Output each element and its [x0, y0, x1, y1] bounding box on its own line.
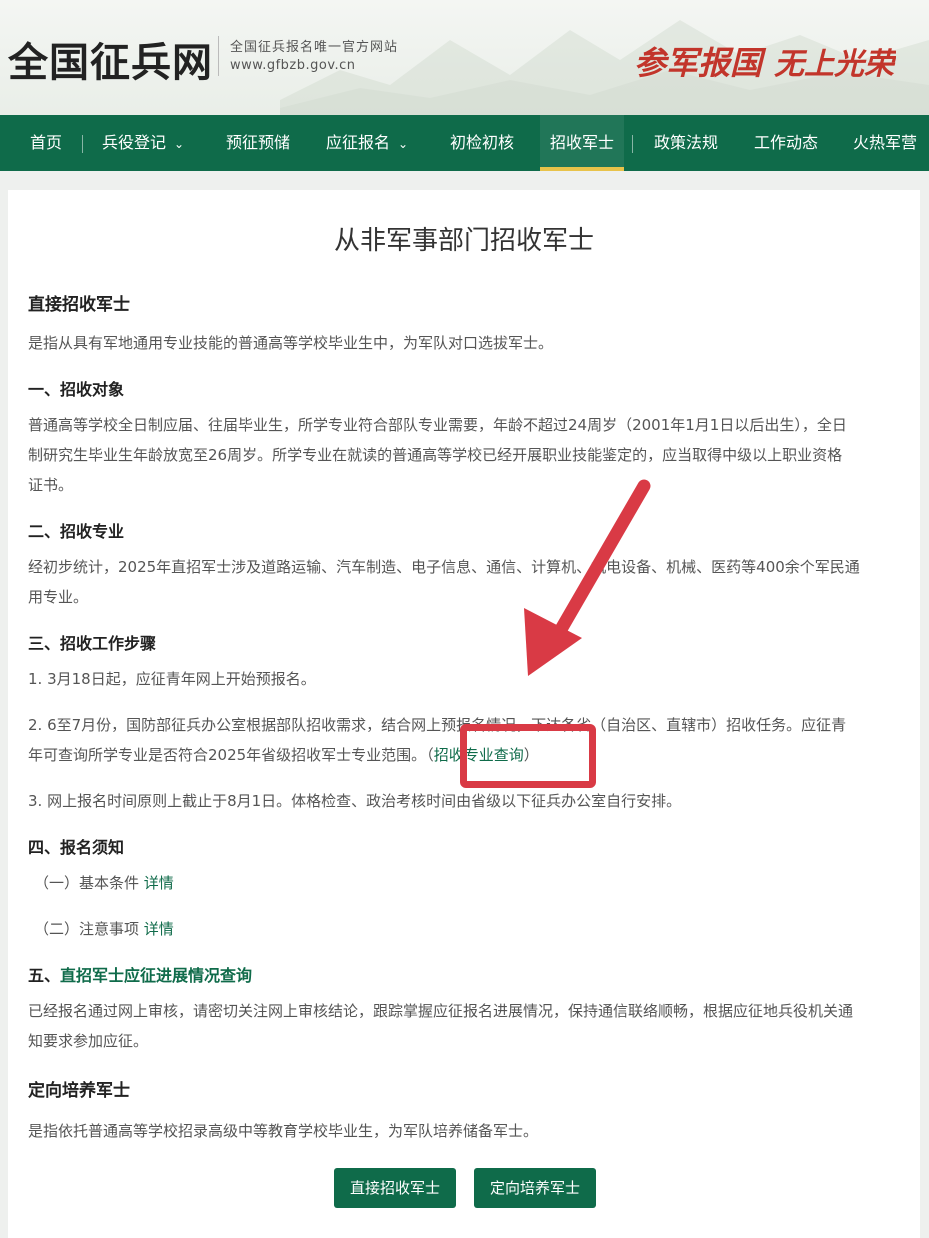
direct-intro: 是指从具有军地通用专业技能的普通高等学校毕业生中，为军队对口选拔军士。 — [28, 334, 554, 352]
basic-conditions-details-link[interactable]: 详情 — [144, 874, 174, 892]
nav-label: 政策法规 — [654, 133, 719, 152]
majors-text-line1: 经初步统计，2025年直招军士涉及道路运输、汽车制造、电子信息、通信、计算机、机… — [28, 558, 860, 576]
chevron-down-icon: ⌄ — [174, 137, 185, 151]
nav-label: 应征报名 — [326, 133, 391, 152]
nav-item-pre-enlist[interactable]: 预征预储 — [226, 115, 290, 171]
heading-steps: 三、招收工作步骤 — [28, 634, 157, 653]
slogan-left-text: 参军报国 — [634, 44, 767, 82]
nav-label: 预征预储 — [226, 133, 291, 152]
nav-label: 招收军士 — [550, 133, 615, 152]
heading-majors: 二、招收专业 — [28, 522, 125, 541]
section-heading-directed: 定向培养军士 — [28, 1081, 130, 1101]
nav-item-barracks[interactable]: 火热军营 — [853, 115, 917, 171]
nav-item-registration[interactable]: 兵役登记 ⌄ — [102, 115, 184, 171]
notice-item-basic: （一）基本条件 详情 — [34, 868, 914, 898]
heading-progress: 五、直招军士应征进展情况查询 — [28, 962, 252, 986]
progress-text-line1: 已经报名通过网上审核，请密切关注网上审核结论，跟踪掌握应征报名进展情况，保持通信… — [28, 1002, 854, 1020]
direct-recruit-button[interactable]: 直接招收军士 — [334, 1168, 457, 1208]
notice-item-attention: （二）注意事项 详情 — [34, 914, 914, 944]
heading-target: 一、招收对象 — [28, 380, 125, 399]
progress-query-link[interactable]: 直招军士应征进展情况查询 — [60, 966, 252, 985]
site-tagline: 全国征兵报名唯一官方网站 — [230, 40, 399, 55]
attention-details-link[interactable]: 详情 — [144, 920, 174, 938]
nav-separator — [632, 135, 633, 153]
content-card: 从非军事部门招收军士 直接招收军士 是指从具有军地通用专业技能的普通高等学校毕业… — [8, 190, 920, 1238]
majors-text-line2: 用专业。 — [28, 588, 89, 606]
nav-item-home[interactable]: 首页 — [30, 115, 62, 171]
main-nav: 首页 兵役登记 ⌄ 预征预储 应征报名 ⌄ 初检初核 招收军士 政策法规 工作动态 … — [0, 115, 929, 171]
nav-label: 兵役登记 — [102, 133, 167, 152]
notice-basic-label: （一）基本条件 — [34, 874, 140, 892]
annotation-highlight-box — [460, 724, 596, 788]
directed-intro: 是指依托普通高等学校招录高级中等教育学校毕业生，为军队培养储备军士。 — [28, 1122, 539, 1140]
paren-open: （ — [426, 746, 434, 764]
nav-item-policy[interactable]: 政策法规 — [654, 115, 718, 171]
progress-text-line2: 知要求参加应征。 — [28, 1032, 149, 1050]
logo-divider — [218, 36, 219, 76]
slogan-calligraphy: 参军报国 无上光荣 — [634, 44, 896, 82]
target-text-line2: 制研究生毕业生年龄放宽至26周岁。所学专业在就读的普通高等学校已经开展职业技能鉴… — [28, 446, 843, 464]
site-header: 全国征兵网 全国征兵报名唯一官方网站 www.gfbzb.gov.cn 参军报国… — [0, 0, 929, 115]
section-heading-direct: 直接招收军士 — [28, 295, 130, 315]
step-2-text: 年可查询所学专业是否符合2025年省级招收军士专业范围。 — [28, 746, 427, 764]
nav-item-news[interactable]: 工作动态 — [754, 115, 818, 171]
nav-item-initial-check[interactable]: 初检初核 — [450, 115, 514, 171]
nav-active-indicator — [540, 167, 624, 171]
page-title: 从非军事部门招收军士 — [333, 226, 594, 256]
target-text-line1: 普通高等学校全日制应届、往届毕业生，所学专业符合部队专业需要，年龄不超过24周岁… — [28, 416, 847, 434]
nav-item-nco-recruit[interactable]: 招收军士 — [550, 115, 614, 171]
nav-label: 首页 — [30, 133, 63, 152]
nav-label: 火热军营 — [853, 133, 918, 152]
site-logo-title[interactable]: 全国征兵网 — [8, 30, 213, 88]
nav-item-enlist-apply[interactable]: 应征报名 ⌄ — [326, 115, 408, 171]
heading-notice: 四、报名须知 — [28, 838, 125, 857]
directed-training-button[interactable]: 定向培养军士 — [474, 1168, 597, 1208]
nav-label: 初检初核 — [450, 133, 515, 152]
site-url: www.gfbzb.gov.cn — [230, 58, 356, 73]
slogan-right-text: 无上光荣 — [774, 47, 896, 82]
notice-attention-label: （二）注意事项 — [34, 920, 140, 938]
target-text-line3: 证书。 — [28, 476, 74, 494]
heading-progress-prefix: 五、 — [28, 966, 61, 985]
nav-label: 工作动态 — [754, 133, 819, 152]
nav-separator — [82, 135, 83, 153]
chevron-down-icon: ⌄ — [398, 137, 409, 151]
step-3: 3. 网上报名时间原则上截止于8月1日。体格检查、政治考核时间由省级以下征兵办公… — [28, 792, 682, 810]
step-1: 1. 3月18日起，应征青年网上开始预报名。 — [28, 670, 316, 688]
